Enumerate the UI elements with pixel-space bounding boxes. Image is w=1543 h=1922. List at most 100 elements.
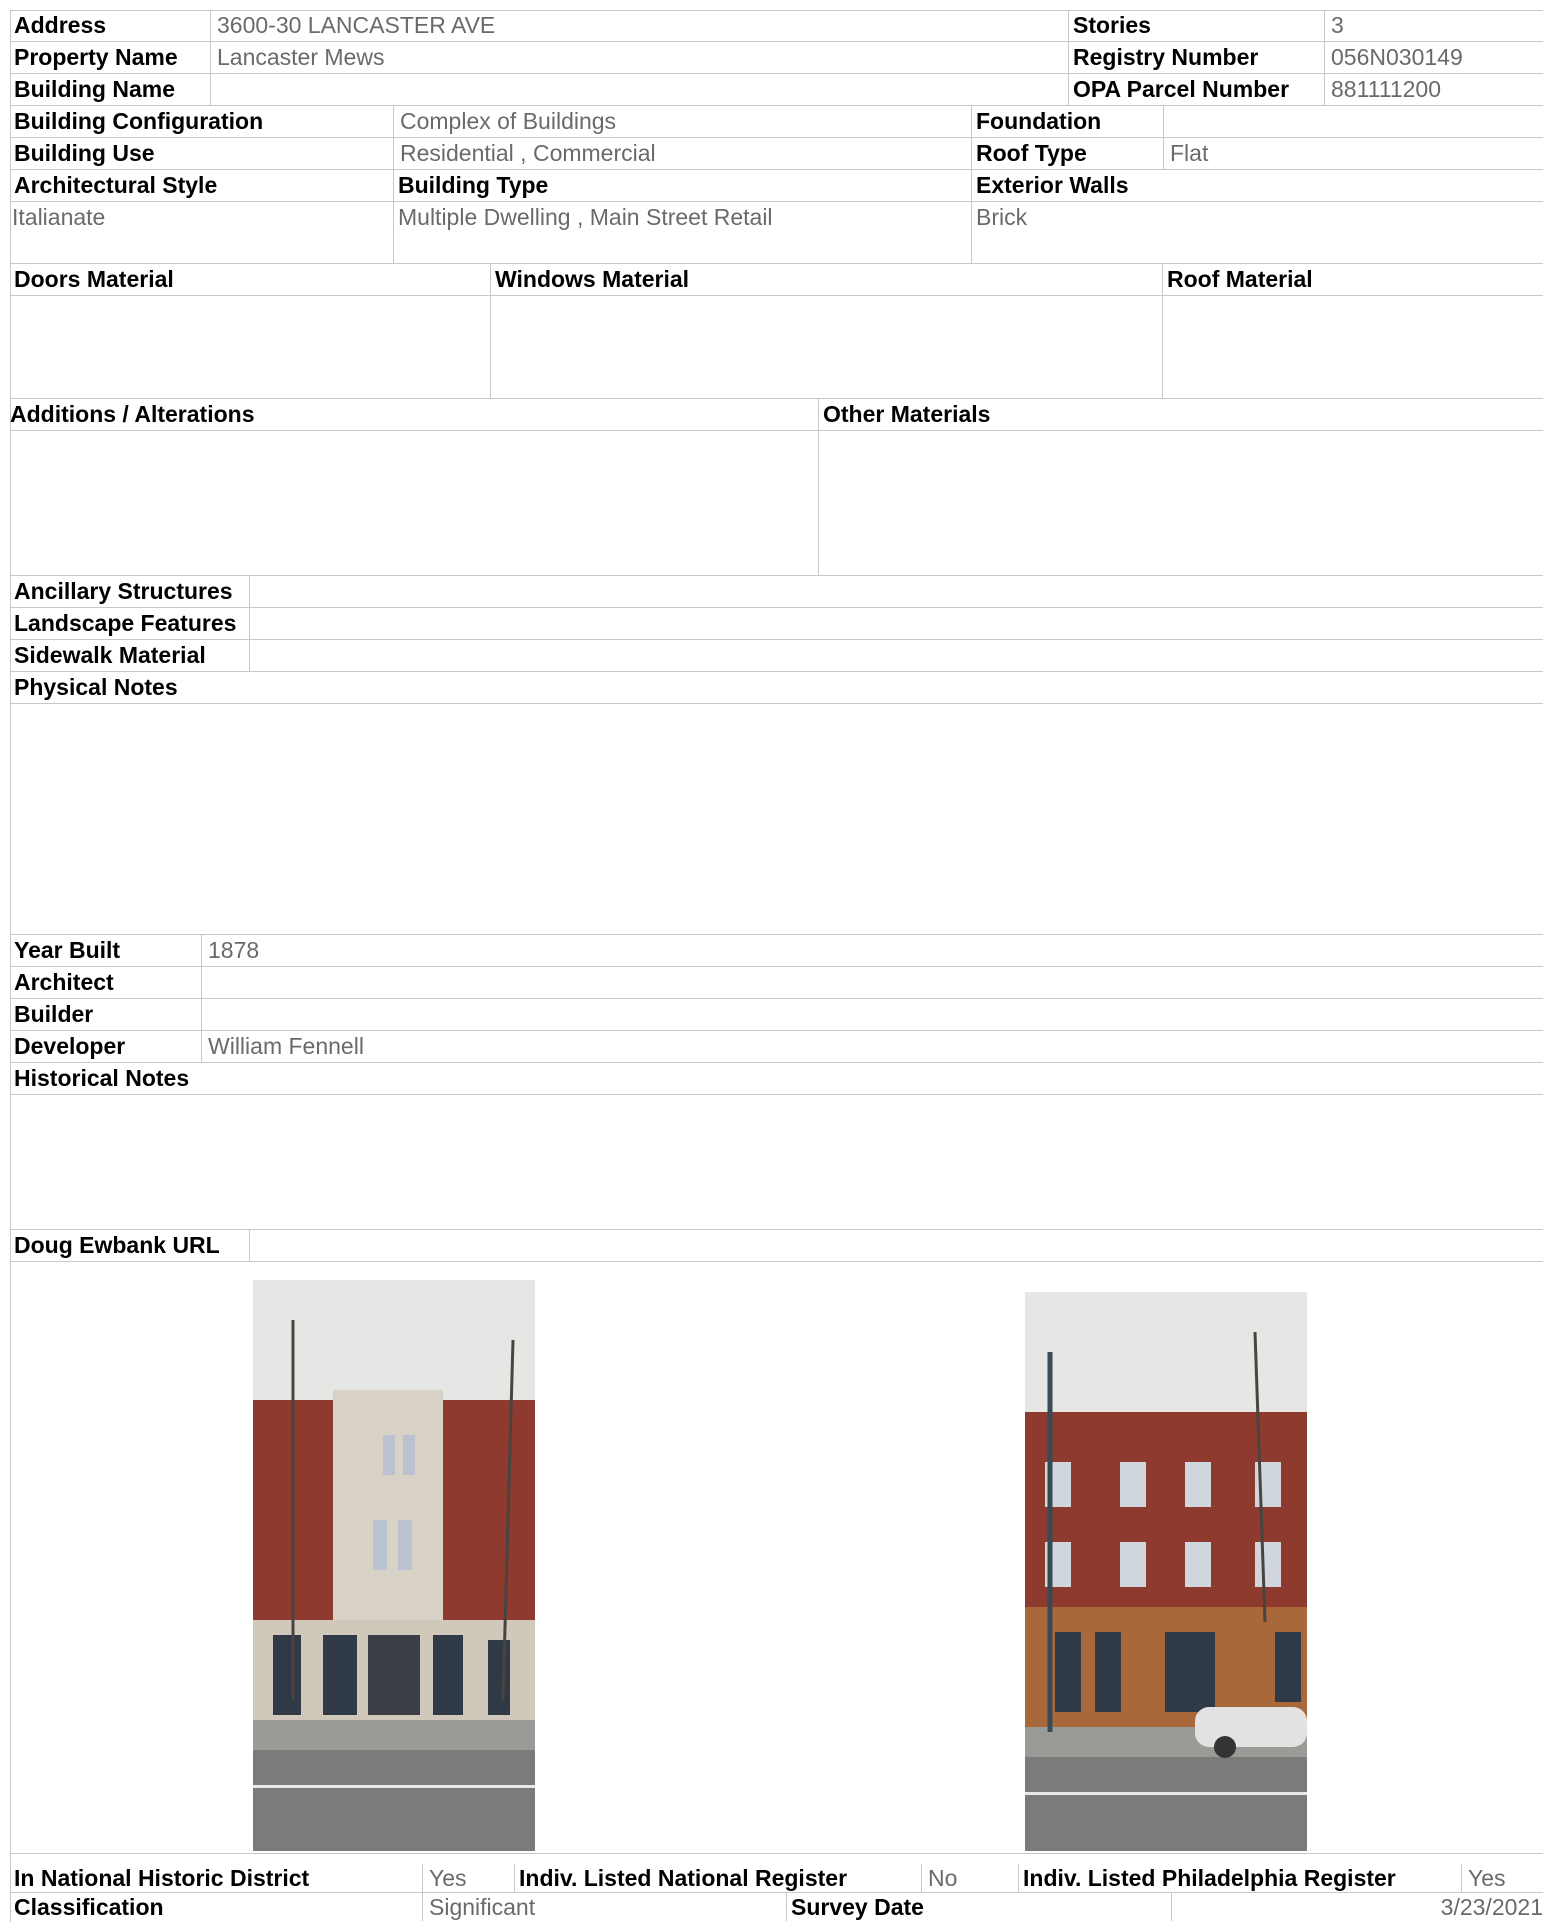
photo-lane-marking xyxy=(1025,1792,1307,1795)
roof-type-label: Roof Type xyxy=(971,138,1163,169)
building-name-row: Building Name OPA Parcel Number 88111120… xyxy=(10,74,1543,106)
photos-block xyxy=(10,1262,1543,1854)
architect-row: Architect xyxy=(10,967,1543,999)
classification-row: Classification Significant Survey Date 3… xyxy=(10,1893,1543,1921)
ancillary-structures-label: Ancillary Structures xyxy=(14,578,233,604)
address-row: Address 3600-30 LANCASTER AVE Stories 3 xyxy=(10,10,1543,42)
style-type-walls-block: Architectural Style Italianate Building … xyxy=(10,170,1543,264)
additions-other-block: Additions / Alterations Other Materials xyxy=(10,399,1543,576)
survey-date-label: Survey Date xyxy=(786,1893,1171,1921)
architect-value xyxy=(201,967,1543,998)
photo-doorway xyxy=(433,1635,463,1715)
photo-window xyxy=(403,1435,415,1475)
roof-type-value: Flat xyxy=(1163,138,1543,169)
national-district-value: Yes xyxy=(422,1864,514,1892)
builder-value xyxy=(201,999,1543,1030)
developer-value: William Fennell xyxy=(201,1031,1543,1062)
building-configuration-label: Building Configuration xyxy=(14,108,264,134)
register-row: In National Historic District Yes Indiv.… xyxy=(10,1864,1543,1893)
roof-material-cell: Roof Material xyxy=(1162,264,1543,398)
photo-window xyxy=(1120,1462,1146,1507)
builder-label: Builder xyxy=(14,1001,94,1027)
architectural-style-label: Architectural Style xyxy=(14,172,218,198)
exterior-walls-cell: Exterior Walls Brick xyxy=(971,170,1543,263)
address-value: 3600-30 LANCASTER AVE xyxy=(210,10,1078,41)
building-use-row: Building Use Residential , Commercial Ro… xyxy=(10,138,1543,170)
building-type-cell: Building Type Multiple Dwelling , Main S… xyxy=(393,170,971,263)
builder-row: Builder xyxy=(10,999,1543,1031)
photo-doorway xyxy=(323,1635,357,1715)
photo-doorway xyxy=(273,1635,301,1715)
physical-notes-block: Physical Notes xyxy=(10,672,1543,935)
year-built-value: 1878 xyxy=(201,935,1543,966)
year-built-row: Year Built 1878 xyxy=(10,935,1543,967)
building-use-label: Building Use xyxy=(14,140,155,166)
additions-alterations-label: Additions / Alterations xyxy=(10,399,818,431)
exterior-walls-label: Exterior Walls xyxy=(976,172,1129,198)
building-photo-right xyxy=(1025,1292,1307,1851)
photo-street xyxy=(1025,1757,1307,1851)
photo-window xyxy=(383,1435,395,1475)
classification-label: Classification xyxy=(14,1894,164,1920)
doug-ewbank-url-value xyxy=(249,1230,1543,1261)
foundation-label: Foundation xyxy=(971,106,1163,137)
sidewalk-material-label: Sidewalk Material xyxy=(14,642,206,668)
photo-car-wheel xyxy=(1214,1736,1236,1758)
photo-window xyxy=(1185,1462,1211,1507)
landscape-features-label: Landscape Features xyxy=(14,610,237,636)
photo-window xyxy=(1185,1542,1211,1587)
philadelphia-register-value: Yes xyxy=(1461,1864,1543,1892)
building-name-label: Building Name xyxy=(14,76,176,102)
doors-material-cell: Doors Material xyxy=(10,264,490,398)
developer-row: Developer William Fennell xyxy=(10,1031,1543,1063)
photo-doorway xyxy=(1095,1632,1121,1712)
property-name-row: Property Name Lancaster Mews Registry Nu… xyxy=(10,42,1543,74)
developer-label: Developer xyxy=(14,1033,126,1059)
stories-label: Stories xyxy=(1068,10,1324,41)
property-name-label: Property Name xyxy=(14,44,178,70)
historical-notes-block: Historical Notes xyxy=(10,1063,1543,1230)
additions-alterations-cell: Additions / Alterations xyxy=(10,399,818,575)
roof-material-label: Roof Material xyxy=(1163,264,1543,296)
other-materials-cell: Other Materials xyxy=(818,399,1543,575)
photo-window xyxy=(398,1520,412,1570)
physical-notes-label: Physical Notes xyxy=(10,672,1543,704)
opa-parcel-value: 881111200 xyxy=(1324,74,1543,105)
building-configuration-row: Building Configuration Complex of Buildi… xyxy=(10,106,1543,138)
photo-sidewalk xyxy=(253,1720,535,1750)
landscape-features-value xyxy=(249,608,1543,639)
doug-ewbank-url-row: Doug Ewbank URL xyxy=(10,1230,1543,1262)
photo-doorway xyxy=(488,1640,510,1715)
photo-lane-marking xyxy=(253,1785,535,1788)
national-district-label: In National Historic District xyxy=(14,1865,310,1891)
registry-number-label: Registry Number xyxy=(1068,42,1324,73)
survey-date-value: 3/23/2021 xyxy=(1171,1893,1543,1921)
architectural-style-value: Italianate xyxy=(10,201,393,233)
building-type-value: Multiple Dwelling , Main Street Retail xyxy=(394,201,971,233)
registry-number-value: 056N030149 xyxy=(1324,42,1543,73)
sidewalk-material-row: Sidewalk Material xyxy=(10,640,1543,672)
sidewalk-material-value xyxy=(249,640,1543,671)
building-type-label: Building Type xyxy=(398,172,549,198)
property-name-value: Lancaster Mews xyxy=(210,42,1068,73)
stories-value: 3 xyxy=(1324,10,1543,41)
architect-label: Architect xyxy=(14,969,114,995)
year-built-label: Year Built xyxy=(14,937,121,963)
building-name-value xyxy=(210,74,1068,105)
building-photo-left xyxy=(253,1280,535,1851)
photo-doorway xyxy=(1055,1632,1081,1712)
opa-parcel-label: OPA Parcel Number xyxy=(1068,74,1324,105)
landscape-features-row: Landscape Features xyxy=(10,608,1543,640)
architectural-style-cell: Architectural Style Italianate xyxy=(10,170,393,263)
materials-block: Doors Material Windows Material Roof Mat… xyxy=(10,264,1543,399)
national-register-value: No xyxy=(921,1864,1018,1892)
photo-doorway xyxy=(368,1635,420,1715)
photo-window xyxy=(1120,1542,1146,1587)
doug-ewbank-url-label: Doug Ewbank URL xyxy=(14,1232,220,1258)
building-use-value: Residential , Commercial xyxy=(393,138,971,169)
photo-doorway xyxy=(1165,1632,1215,1712)
philadelphia-register-label: Indiv. Listed Philadelphia Register xyxy=(1018,1864,1461,1892)
windows-material-cell: Windows Material xyxy=(490,264,1162,398)
windows-material-label: Windows Material xyxy=(491,264,1162,296)
address-label: Address xyxy=(14,12,107,38)
